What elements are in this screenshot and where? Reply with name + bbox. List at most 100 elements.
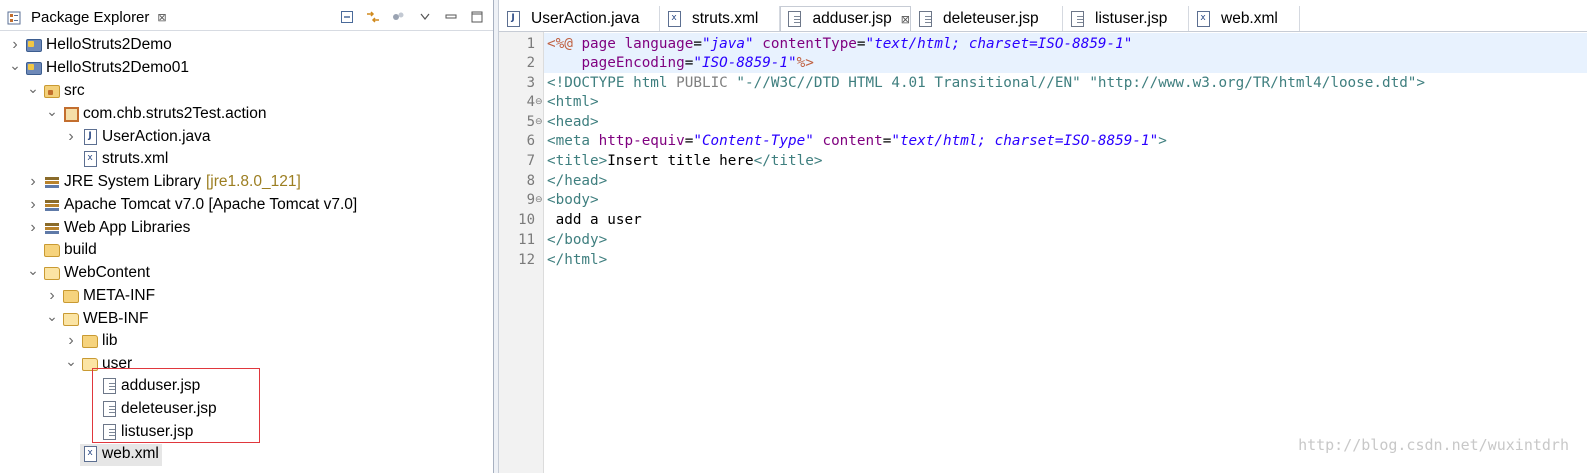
- chevron-down-icon[interactable]: ⌄: [45, 103, 59, 119]
- editor-tab[interactable]: J UserAction.java: [499, 6, 660, 31]
- tree-item-label: src: [64, 82, 85, 99]
- line-number: 4: [526, 94, 535, 110]
- chevron-right-icon[interactable]: ›: [26, 219, 40, 236]
- tree-item[interactable]: › JRE System Library [jre1.8.0_121]: [26, 171, 301, 193]
- chevron-right-icon[interactable]: ›: [64, 332, 78, 349]
- annotation-red-box: [92, 368, 260, 443]
- code-line: <!DOCTYPE html PUBLIC "-//W3C//DTD HTML …: [547, 75, 1426, 91]
- chevron-down-icon[interactable]: ⌄: [26, 80, 40, 96]
- package-icon: [63, 106, 79, 122]
- chevron-right-icon[interactable]: ›: [8, 36, 22, 53]
- tree-item[interactable]: › Apache Tomcat v7.0 [Apache Tomcat v7.0]: [26, 194, 357, 216]
- line-number: 5: [526, 114, 535, 130]
- tree-item[interactable]: ⌄ src: [26, 80, 85, 102]
- tree-item[interactable]: › J UserAction.java: [64, 126, 211, 148]
- jsp-file-icon: [1069, 10, 1085, 27]
- folder-open-icon: [44, 265, 60, 281]
- tree-item[interactable]: › Web App Libraries: [26, 217, 190, 239]
- editor-tab-label: web.xml: [1221, 9, 1278, 27]
- chevron-right-icon[interactable]: ›: [45, 287, 59, 304]
- tree-item-label: HelloStruts2Demo01: [46, 59, 190, 76]
- line-number: 11: [518, 232, 535, 248]
- filters-icon[interactable]: [391, 9, 407, 25]
- minimize-icon[interactable]: [443, 9, 459, 25]
- tree-item[interactable]: › lib: [64, 330, 118, 352]
- line-number: 9: [526, 192, 535, 208]
- close-icon[interactable]: ⊠: [157, 11, 166, 24]
- tree-item-label: lib: [102, 332, 118, 349]
- chevron-right-icon[interactable]: ›: [26, 196, 40, 213]
- line-number: 3: [526, 75, 535, 91]
- xml-file-icon: x: [666, 10, 682, 27]
- chevron-right-icon[interactable]: ›: [64, 128, 78, 145]
- maximize-icon[interactable]: [469, 9, 485, 25]
- package-explorer-icon: [6, 10, 22, 26]
- chevron-down-icon[interactable]: ⌄: [26, 262, 40, 278]
- package-explorer-tab[interactable]: Package Explorer ⊠: [2, 6, 173, 29]
- link-with-editor-icon[interactable]: [365, 9, 381, 25]
- tree-item-label: Apache Tomcat v7.0 [Apache Tomcat v7.0]: [64, 196, 358, 213]
- tree-item-label: JRE System Library: [64, 173, 201, 190]
- tree-item[interactable]: › HelloStruts2Demo: [8, 34, 172, 56]
- tree-item-label: struts.xml: [102, 150, 169, 167]
- code-line: <meta http-equiv="Content-Type" content=…: [547, 133, 1167, 149]
- package-explorer-view: Package Explorer ⊠ › HelloStruts2Demo ⌄ …: [0, 0, 493, 473]
- editor-tab[interactable]: x web.xml: [1189, 6, 1300, 31]
- editor-tab-label: UserAction.java: [531, 9, 640, 27]
- tree-item[interactable]: x web.xml: [64, 443, 159, 465]
- tree-item-decoration: [jre1.8.0_121]: [205, 173, 301, 190]
- code-line: add a user: [547, 212, 642, 228]
- library-icon: [44, 174, 60, 190]
- chevron-down-icon[interactable]: ⌄: [64, 353, 78, 369]
- fold-collapse-icon[interactable]: ⊖: [535, 190, 543, 210]
- code-line: </html>: [547, 252, 608, 268]
- editor-tab-label: listuser.jsp: [1095, 9, 1168, 27]
- line-number: 8: [526, 173, 535, 189]
- tree-item[interactable]: ⌄ WEB-INF: [45, 308, 148, 330]
- library-icon: [44, 220, 60, 236]
- line-number: 7: [526, 153, 535, 169]
- jsp-file-icon: [917, 10, 933, 27]
- tree-item-label: META-INF: [83, 287, 156, 304]
- project-icon: [26, 37, 42, 53]
- tree-item[interactable]: x struts.xml: [64, 148, 168, 170]
- jsp-file-icon: [787, 11, 803, 27]
- code-line: <title>Insert title here</title>: [547, 153, 823, 169]
- tree-item[interactable]: › META-INF: [45, 285, 155, 307]
- code-line: <head>: [547, 114, 599, 130]
- chevron-right-icon[interactable]: ›: [26, 173, 40, 190]
- java-file-icon: J: [505, 10, 521, 27]
- xml-file-icon: x: [82, 151, 98, 167]
- editor-tab[interactable]: deleteuser.jsp: [911, 6, 1063, 31]
- chevron-down-icon[interactable]: ⌄: [8, 57, 22, 73]
- tree-item[interactable]: build: [26, 239, 97, 261]
- folder-icon: [44, 242, 60, 258]
- package-explorer-title: Package Explorer: [31, 9, 150, 26]
- code-line: <html>: [547, 94, 599, 110]
- tree-item[interactable]: ⌄ HelloStruts2Demo01: [8, 57, 189, 79]
- editor-tab-bar: J UserAction.java x struts.xml adduser.jsp ⊠ d…: [499, 6, 1587, 32]
- fold-collapse-icon[interactable]: ⊖: [535, 112, 543, 132]
- tree-item[interactable]: ⌄ com.chb.struts2Test.action: [45, 103, 266, 125]
- folder-icon: [82, 333, 98, 349]
- close-icon[interactable]: ⊠: [901, 13, 910, 26]
- library-icon: [44, 197, 60, 213]
- collapse-all-icon[interactable]: [339, 9, 355, 25]
- editor-tab-label: struts.xml: [692, 9, 759, 27]
- folder-open-icon: [63, 311, 79, 327]
- tree-item-label: HelloStruts2Demo: [46, 36, 172, 53]
- chevron-down-icon[interactable]: ⌄: [45, 308, 59, 324]
- tree-item-label: Web App Libraries: [64, 219, 191, 236]
- view-menu-icon[interactable]: [417, 9, 433, 25]
- fold-collapse-icon[interactable]: ⊖: [535, 92, 543, 112]
- project-icon: [26, 60, 42, 76]
- code-line: </head>: [547, 173, 608, 189]
- tree-item-label: WEB-INF: [83, 310, 149, 327]
- editor-tab[interactable]: adduser.jsp ⊠: [780, 6, 911, 31]
- tree-item[interactable]: ⌄ WebContent: [26, 262, 150, 284]
- code-line: </body>: [547, 232, 608, 248]
- editor-tab[interactable]: x struts.xml: [660, 6, 780, 31]
- editor-tab[interactable]: listuser.jsp: [1063, 6, 1189, 31]
- tree-item-label: web.xml: [102, 445, 159, 462]
